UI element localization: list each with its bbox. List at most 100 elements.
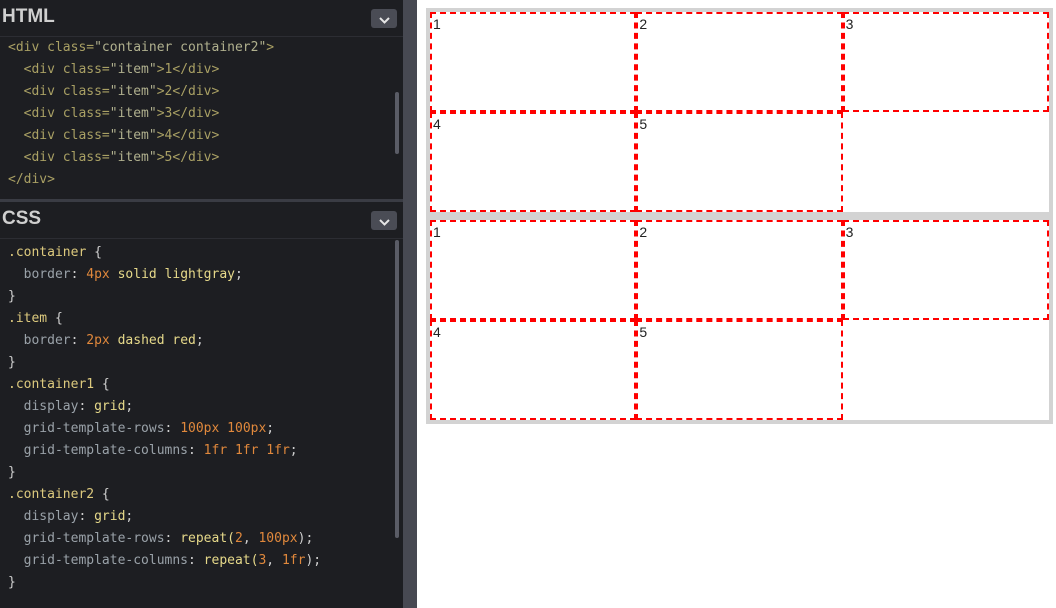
code-token: solid lightgray	[109, 267, 235, 282]
code-token: grid-template-columns	[8, 553, 189, 568]
code-token: "item"	[109, 62, 157, 77]
css-code-line: }	[8, 572, 321, 594]
css-code-line: .container {	[8, 242, 321, 264]
code-token: }	[8, 289, 16, 304]
css-code-line: grid-template-rows: 100px 100px;	[8, 418, 321, 440]
code-token: >2</div>	[156, 84, 220, 99]
code-token: :	[164, 421, 181, 436]
css-panel-header: CSS	[0, 202, 403, 239]
code-token: :	[78, 509, 95, 524]
html-panel-title: HTML	[2, 6, 55, 27]
grid-container-2: 123 45	[426, 216, 1053, 424]
html-code-line: <div class="item">3</div>	[8, 103, 274, 125]
code-token: 1fr 1fr 1fr	[203, 443, 290, 458]
code-token: {	[86, 245, 102, 260]
code-token: <div class=	[8, 40, 95, 55]
css-code-line: }	[8, 286, 321, 308]
code-token: >3</div>	[156, 106, 220, 121]
code-token: grid	[94, 399, 126, 414]
code-token: }	[8, 575, 16, 590]
html-editor-scrollbar[interactable]	[395, 92, 399, 154]
code-token: "item"	[109, 150, 157, 165]
chevron-down-icon	[378, 17, 390, 24]
grid-item: 3	[842, 220, 1049, 320]
code-token: ;	[289, 443, 298, 458]
grid-item: 5	[636, 320, 843, 420]
code-token: <div class=	[8, 62, 110, 77]
code-token: >5</div>	[156, 150, 220, 165]
editor-pane: HTML <div class="container container2"> …	[0, 0, 403, 608]
chevron-down-icon	[378, 219, 390, 226]
code-token: "item"	[109, 106, 157, 121]
code-token: 2	[235, 531, 243, 546]
code-token: <div class=	[8, 106, 110, 121]
code-token: ;	[125, 509, 134, 524]
code-token: >1</div>	[156, 62, 220, 77]
css-code-line: .item {	[8, 308, 321, 330]
code-token: grid-template-rows	[8, 421, 165, 436]
code-token: display	[8, 399, 79, 414]
code-token: ,	[242, 531, 259, 546]
code-token: ;	[266, 421, 275, 436]
code-token: .container	[8, 245, 87, 260]
code-token: <div class=	[8, 150, 110, 165]
code-token: .container2	[8, 487, 95, 502]
code-token: 2px	[86, 333, 110, 348]
html-code-line: <div class="item">5</div>	[8, 147, 274, 169]
grid-item: 3	[842, 12, 1049, 112]
code-token: border	[8, 267, 71, 282]
code-token: >4</div>	[156, 128, 220, 143]
grid-item: 5	[636, 112, 843, 212]
css-code-line: display: grid;	[8, 396, 321, 418]
grid-item: 2	[636, 220, 843, 320]
code-token: grid-template-rows	[8, 531, 165, 546]
code-token: :	[70, 267, 87, 282]
code-token: <div class=	[8, 128, 110, 143]
html-panel-collapse-button[interactable]	[371, 9, 397, 28]
code-token: grid	[94, 509, 126, 524]
css-editor-scrollbar[interactable]	[395, 240, 399, 538]
css-code-editor[interactable]: .container { border: 4px solid lightgray…	[8, 242, 321, 594]
pane-divider[interactable]	[403, 0, 417, 608]
code-token: :	[70, 333, 87, 348]
code-token: :	[78, 399, 95, 414]
html-code-editor[interactable]: <div class="container container2"> <div …	[8, 37, 274, 191]
code-token: .container1	[8, 377, 95, 392]
code-token: <div class=	[8, 84, 110, 99]
css-panel-collapse-button[interactable]	[371, 211, 397, 230]
result-preview: 1234512345	[426, 8, 1056, 424]
code-token: dashed red	[109, 333, 196, 348]
grid-item: 4	[430, 320, 637, 420]
grid-item: 1	[430, 220, 637, 320]
code-token: "container container2"	[94, 40, 267, 55]
code-token: repeat(	[180, 531, 235, 546]
html-code-line: <div class="item">1</div>	[8, 59, 274, 81]
css-code-line: border: 4px solid lightgray;	[8, 264, 321, 286]
css-code-line: .container2 {	[8, 484, 321, 506]
grid-item: 2	[636, 12, 843, 112]
code-token: display	[8, 509, 79, 524]
code-token: </div>	[8, 172, 55, 187]
code-token: border	[8, 333, 71, 348]
code-token: );	[305, 553, 322, 568]
css-code-line: }	[8, 352, 321, 374]
code-token: :	[188, 553, 204, 568]
html-panel-header: HTML	[0, 0, 403, 37]
css-code-line: display: grid;	[8, 506, 321, 528]
code-token: {	[47, 311, 63, 326]
css-code-line: grid-template-rows: repeat(2, 100px);	[8, 528, 321, 550]
css-code-line: border: 2px dashed red;	[8, 330, 321, 352]
css-code-line: }	[8, 462, 321, 484]
code-token: 100px	[258, 531, 298, 546]
code-token: }	[8, 465, 16, 480]
css-code-line: grid-template-columns: repeat(3, 1fr);	[8, 550, 321, 572]
code-token: 100px 100px	[180, 421, 267, 436]
grid-container-1: 123 45	[426, 8, 1053, 216]
code-token: repeat(	[203, 553, 259, 568]
css-code-line: .container1 {	[8, 374, 321, 396]
css-panel-title: CSS	[2, 208, 42, 229]
grid-item: 1	[430, 12, 637, 112]
html-code-line: <div class="item">2</div>	[8, 81, 274, 103]
code-token: :	[188, 443, 204, 458]
html-code-line: </div>	[8, 169, 274, 191]
